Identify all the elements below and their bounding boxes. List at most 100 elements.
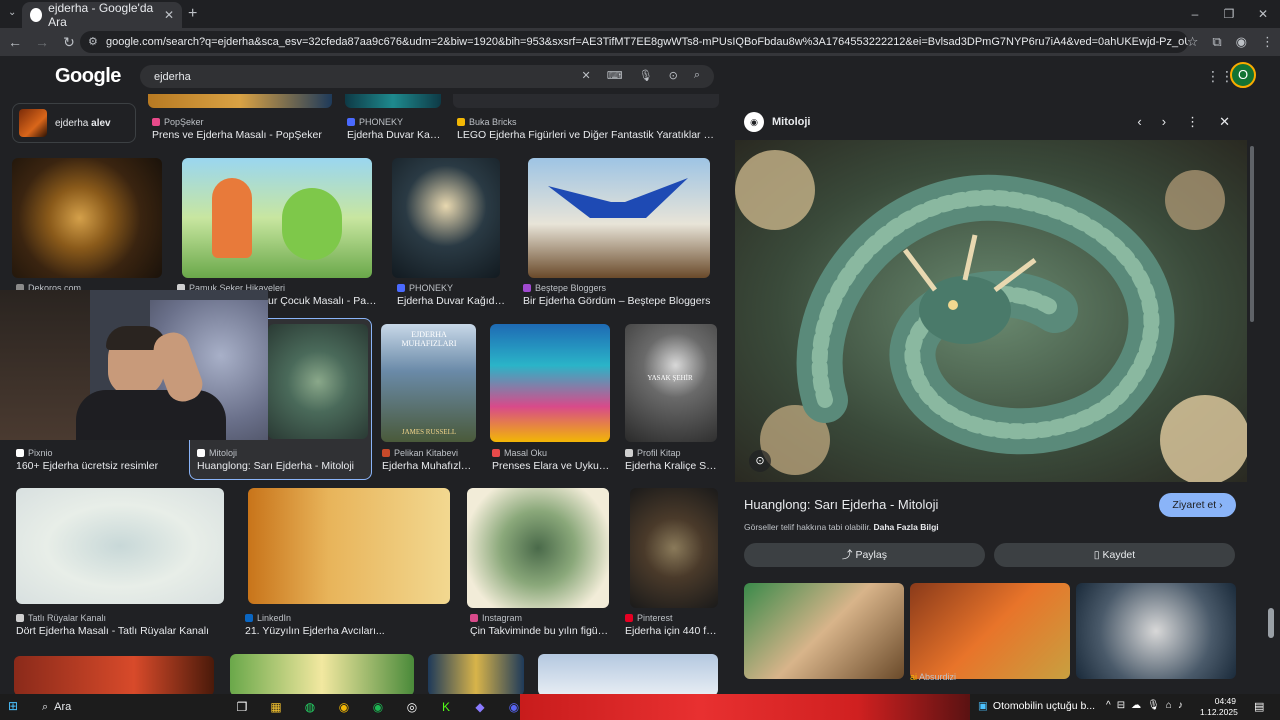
chrome-icon[interactable]: ◉ [330,694,358,720]
onedrive-icon[interactable]: ☁ [1131,700,1141,711]
result-image[interactable] [528,158,710,278]
result-source[interactable]: Pinterest [625,613,673,623]
result-image[interactable] [12,158,162,278]
spotify-icon[interactable]: ◉ [364,694,392,720]
save-button[interactable]: ▯ Kaydet [994,543,1235,567]
close-icon[interactable]: ✕ [1219,114,1230,130]
result-title[interactable]: Prenses Elara ve Uykud... [492,460,612,472]
account-icon[interactable]: ◉ [1236,34,1247,50]
tray-app-icon[interactable]: ⊟ [1117,700,1125,711]
keyboard-icon[interactable]: ⌨ [607,69,623,82]
learn-more-link[interactable]: Daha Fazla Bilgi [873,522,938,532]
more-icon[interactable]: ⋮ [1186,114,1199,130]
result-source[interactable]: Profil Kitap [625,448,681,458]
result-image[interactable] [467,488,609,608]
volume-icon[interactable]: ♪ [1178,700,1183,711]
result-title[interactable]: Ejderha Kraliçe Se... [625,460,717,472]
result-title[interactable]: Ejderha Muhafızlar... [382,460,477,472]
result-image[interactable] [345,94,441,108]
result-title[interactable]: Bir Ejderha Gördüm – Beştepe Bloggers [523,295,718,307]
related-image[interactable] [1076,583,1236,679]
network-icon[interactable]: ⌂ [1166,700,1172,711]
result-source[interactable]: PopŞeker [152,117,204,127]
back-icon[interactable]: ← [3,34,27,50]
preview-image[interactable]: ⊙ [735,140,1247,482]
lens-icon[interactable]: ⊙ [669,69,678,82]
result-title[interactable]: Çin Takviminde bu yılın figürü... [470,625,610,637]
result-image[interactable] [182,158,372,278]
result-image[interactable] [148,94,332,108]
news-widget[interactable]: ▣ Otomobilin uçtuğu b... [978,700,1095,712]
result-image[interactable] [14,656,214,694]
search-input[interactable]: ejderha [154,71,191,83]
site-info-icon[interactable]: ⚙ [88,35,98,48]
result-image[interactable] [453,94,719,108]
clock[interactable]: 04:49 1.12.2025 [1200,696,1238,718]
related-image[interactable] [910,583,1070,679]
bookmark-star-icon[interactable]: ☆ [1187,34,1199,50]
related-search-chip[interactable]: ejderha alev [12,103,136,143]
share-button[interactable]: ⤴ Paylaş [744,543,985,567]
result-image[interactable] [16,488,224,604]
result-source[interactable]: Pixnio [16,448,53,458]
minimize-icon[interactable]: – [1178,0,1212,28]
result-image[interactable] [490,324,610,442]
panel-site-name[interactable]: Mitoloji [772,116,811,128]
result-title[interactable]: 160+ Ejderha ücretsiz resimler [16,460,186,472]
result-image[interactable]: YASAK ŞEHİR [625,324,717,442]
result-source[interactable]: Instagram [470,613,522,623]
panel-scrollbar[interactable] [1248,102,1256,682]
whatsapp-icon[interactable]: ◍ [296,694,324,720]
result-image[interactable] [428,654,524,694]
result-image[interactable] [630,488,718,608]
result-source[interactable]: Tatlı Rüyalar Kanalı [16,613,106,623]
result-source[interactable]: Pelikan Kitabevi [382,448,458,458]
tab-active[interactable]: ejderha - Google'da Ara ✕ [22,1,182,29]
visit-button[interactable]: Ziyaret et › [1159,493,1236,517]
search-icon[interactable]: ⌕ [694,69,700,82]
result-image[interactable]: EJDERHA MUHAFIZLARI JAMES RUSSELL [381,324,476,442]
related-image[interactable] [744,583,904,679]
profile-avatar[interactable]: O [1230,62,1256,88]
result-source[interactable]: Buka Bricks [457,117,517,127]
result-image[interactable] [392,158,500,278]
result-image[interactable] [248,488,450,604]
maximize-icon[interactable]: ❐ [1212,0,1246,28]
google-logo[interactable]: Google [55,65,121,88]
tray-expand-icon[interactable]: ^ [1106,700,1111,711]
result-source[interactable]: LinkedIn [245,613,291,623]
menu-icon[interactable]: ⋮ [1261,34,1274,50]
result-title[interactable]: Dört Ejderha Masalı - Tatlı Rüyalar Kana… [16,625,226,637]
page-scrollbar[interactable] [1268,608,1274,638]
obs-icon[interactable]: ◎ [398,694,426,720]
next-icon[interactable]: › [1162,114,1166,130]
panel-title[interactable]: Huanglong: Sarı Ejderha - Mitoloji [744,497,938,512]
extensions-icon[interactable]: ⧉ [1212,34,1221,50]
lens-icon[interactable]: ⊙ [749,450,771,472]
tab-search-icon[interactable]: ⌄ [8,7,16,18]
taskbar-search[interactable]: ⌕ Ara [36,698,224,716]
result-source[interactable]: PHONEKY [347,117,403,127]
result-image[interactable] [268,324,368,439]
result-source[interactable]: Mitoloji [197,448,237,458]
close-window-icon[interactable]: ✕ [1246,0,1280,28]
result-image[interactable] [538,654,718,694]
new-tab-icon[interactable]: + [188,5,197,23]
notification-icon[interactable]: ▤ [1254,700,1264,713]
result-title[interactable]: Ejderha Duvar Kağıdı ... [397,295,507,307]
result-image[interactable] [230,654,414,694]
previous-icon[interactable]: ‹ [1137,114,1141,130]
result-source[interactable]: PHONEKY [397,283,453,293]
clear-icon[interactable]: ✕ [582,69,591,82]
address-bar[interactable]: ⚙ google.com/search?q=ejderha&sca_esv=32… [80,31,1188,53]
result-title[interactable]: ur Çocuk Masalı - Pam... [268,295,378,307]
result-title[interactable]: Prens ve Ejderha Masalı - PopŞeker [152,129,332,141]
reload-icon[interactable]: ↻ [57,34,81,51]
mic-tray-icon[interactable]: 🎙 [1147,700,1160,711]
mic-icon[interactable]: 🎙 [639,69,653,82]
task-view-icon[interactable]: ❐ [228,694,256,720]
result-title[interactable]: Huanglong: Sarı Ejderha - Mitoloji [197,460,367,472]
search-box[interactable]: ejderha ✕ ⌨ 🎙 ⊙ ⌕ [140,65,714,88]
start-icon[interactable]: ⊞ [8,699,18,713]
kick-icon[interactable]: K [432,694,460,720]
